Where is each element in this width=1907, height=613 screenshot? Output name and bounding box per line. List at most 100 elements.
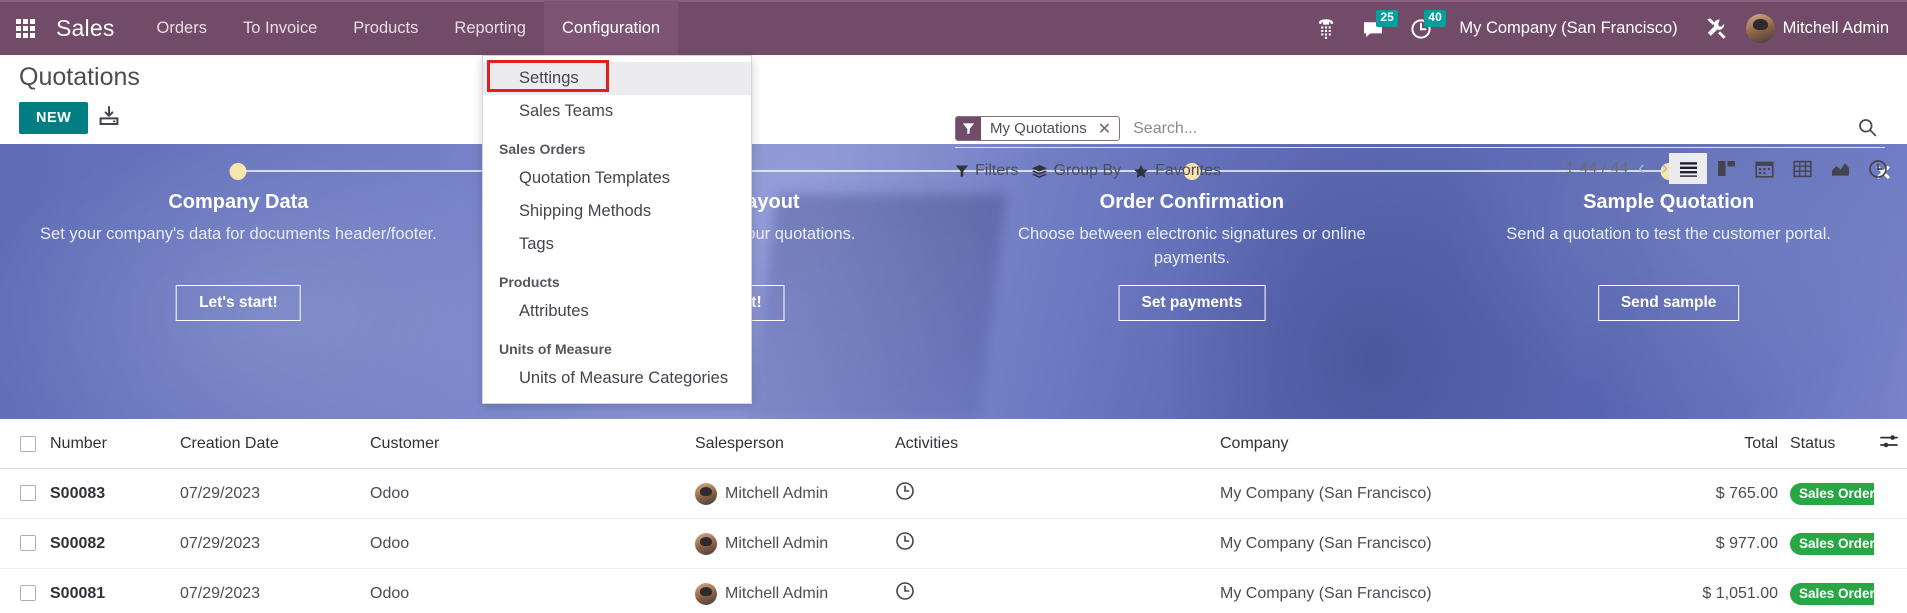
status-badge: Sales Order (1790, 482, 1874, 505)
quotation-number: S00082 (50, 534, 106, 552)
user-menu-button[interactable]: Mitchell Admin (1783, 19, 1899, 38)
salesperson-name: Mitchell Admin (725, 534, 829, 552)
cell-number[interactable]: S00083 (44, 468, 174, 519)
odoo-sales-quotations-screen: Sales Orders To Invoice Products Reporti… (0, 0, 1907, 613)
close-x-icon[interactable]: ✕ (1094, 117, 1119, 140)
menu-item-units-of-measure-categories[interactable]: Units of Measure Categories (483, 362, 751, 395)
search-view: My Quotations ✕ (955, 110, 1885, 148)
nav-item-products[interactable]: Products (335, 1, 436, 56)
phone-dialpad-icon (1319, 18, 1334, 39)
row-checkbox[interactable] (20, 535, 36, 552)
quotation-number: S00081 (50, 584, 106, 602)
cell-number[interactable]: S00082 (44, 518, 174, 569)
menu-section-units-of-measure: Units of Measure (499, 341, 612, 357)
filters-label: Filters (975, 162, 1019, 179)
salesperson-name: Mitchell Admin (725, 584, 829, 602)
step-title: Sample Quotation (1583, 191, 1755, 213)
column-header-salesperson[interactable]: Salesperson (689, 419, 889, 469)
table-row[interactable]: S00082 07/29/2023 Odoo Mitchell Admin My… (0, 518, 1907, 569)
menu-item-attributes[interactable]: Attributes (483, 295, 751, 328)
activity-clock-view-icon[interactable] (1859, 153, 1897, 184)
column-header-activities[interactable]: Activities (889, 419, 1214, 469)
column-header-company[interactable]: Company (1214, 419, 1634, 469)
cell-status: Sales Order (1784, 568, 1874, 613)
menu-section-sales-orders: Sales Orders (499, 141, 586, 157)
activities-button[interactable]: 40 (1397, 1, 1446, 56)
menu-item-settings[interactable]: Settings (483, 62, 751, 95)
select-all-checkbox[interactable] (20, 435, 36, 452)
cell-activities[interactable] (889, 568, 1214, 613)
column-header-creation-date[interactable]: Creation Date (174, 419, 364, 469)
table-row[interactable]: S00083 07/29/2023 Odoo Mitchell Admin My… (0, 468, 1907, 519)
cell-activities[interactable] (889, 468, 1214, 519)
salesperson-avatar (695, 482, 717, 505)
clock-icon (896, 582, 914, 600)
nav-item-reporting[interactable]: Reporting (436, 1, 544, 56)
systray: 25 40 My Company (San Francisco) Mitchel… (1303, 1, 1907, 56)
clock-icon (896, 482, 914, 500)
search-input[interactable] (1133, 115, 1885, 142)
kanban-view-icon[interactable] (1707, 153, 1745, 184)
dialpad-button[interactable] (1303, 1, 1349, 56)
messages-badge: 25 (1376, 10, 1398, 27)
top-navbar: Sales Orders To Invoice Products Reporti… (0, 0, 1907, 56)
menu-item-shipping-methods[interactable]: Shipping Methods (483, 195, 751, 228)
column-header-number[interactable]: Number (44, 419, 174, 469)
table-row[interactable]: S00081 07/29/2023 Odoo Mitchell Admin My… (0, 568, 1907, 613)
step-title: Order Confirmation (1099, 191, 1285, 213)
menu-item-sales-teams[interactable]: Sales Teams (483, 95, 751, 128)
search-facet-my-quotations[interactable]: My Quotations ✕ (955, 116, 1121, 141)
apps-menu-button[interactable] (0, 1, 50, 56)
new-button[interactable]: NEW (19, 102, 89, 134)
cell-company: My Company (San Francisco) (1214, 468, 1634, 519)
search-icon[interactable] (1858, 118, 1877, 142)
column-options-header (1874, 419, 1907, 469)
pivot-view-icon[interactable] (1783, 153, 1821, 184)
menu-item-tags[interactable]: Tags (483, 228, 751, 261)
column-header-status[interactable]: Status (1784, 419, 1874, 469)
filters-button[interactable]: Filters (955, 160, 1031, 182)
step-dot (229, 163, 247, 180)
nav-item-to-invoice[interactable]: To Invoice (225, 1, 335, 56)
export-download-icon[interactable] (98, 105, 120, 132)
column-options-icon[interactable] (1880, 435, 1899, 454)
layers-icon (1031, 164, 1047, 178)
cell-status: Sales Order (1784, 518, 1874, 569)
activities-badge: 40 (1424, 10, 1446, 27)
nav-item-configuration[interactable]: Configuration (543, 1, 679, 56)
list-view-icon[interactable] (1669, 153, 1707, 184)
cell-total: $ 765.00 (1634, 468, 1784, 519)
company-switcher[interactable]: My Company (San Francisco) (1445, 19, 1691, 38)
graph-view-icon[interactable] (1821, 153, 1859, 184)
cell-status: Sales Order (1784, 468, 1874, 519)
row-checkbox[interactable] (20, 485, 36, 502)
favorites-label: Favorites (1155, 162, 1221, 179)
favorites-button[interactable]: Favorites (1133, 160, 1233, 182)
lets-start-button[interactable]: Let's start! (176, 285, 301, 321)
menu-item-quotation-templates[interactable]: Quotation Templates (483, 162, 751, 195)
developer-tools-button[interactable] (1692, 1, 1742, 56)
messages-button[interactable]: 25 (1349, 1, 1398, 56)
column-header-total[interactable]: Total (1634, 419, 1784, 469)
send-sample-button[interactable]: Send sample (1597, 285, 1740, 321)
group-by-button[interactable]: Group By (1031, 160, 1134, 182)
calendar-view-icon[interactable] (1745, 153, 1783, 184)
cell-activities[interactable] (889, 518, 1214, 569)
set-payments-button[interactable]: Set payments (1118, 285, 1266, 321)
cell-creation-date: 07/29/2023 (174, 518, 364, 569)
step-description: Send a quotation to test the customer po… (1506, 225, 1831, 243)
column-header-customer[interactable]: Customer (364, 419, 689, 469)
select-all-header (0, 419, 44, 469)
view-switcher (1669, 153, 1897, 184)
quotation-number: S00083 (50, 484, 106, 502)
step-description: Set your company's data for documents he… (40, 225, 437, 243)
app-brand-sales[interactable]: Sales (50, 1, 139, 56)
salesperson-name: Mitchell Admin (725, 484, 829, 502)
filter-funnel-icon (956, 117, 981, 140)
user-avatar[interactable] (1745, 14, 1775, 43)
chevron-left-icon[interactable]: ‹ (1631, 159, 1651, 178)
cell-number[interactable]: S00081 (44, 568, 174, 613)
row-checkbox[interactable] (20, 585, 36, 602)
nav-item-orders[interactable]: Orders (139, 1, 225, 56)
quotations-list: Number Creation Date Customer Salesperso… (0, 419, 1907, 613)
